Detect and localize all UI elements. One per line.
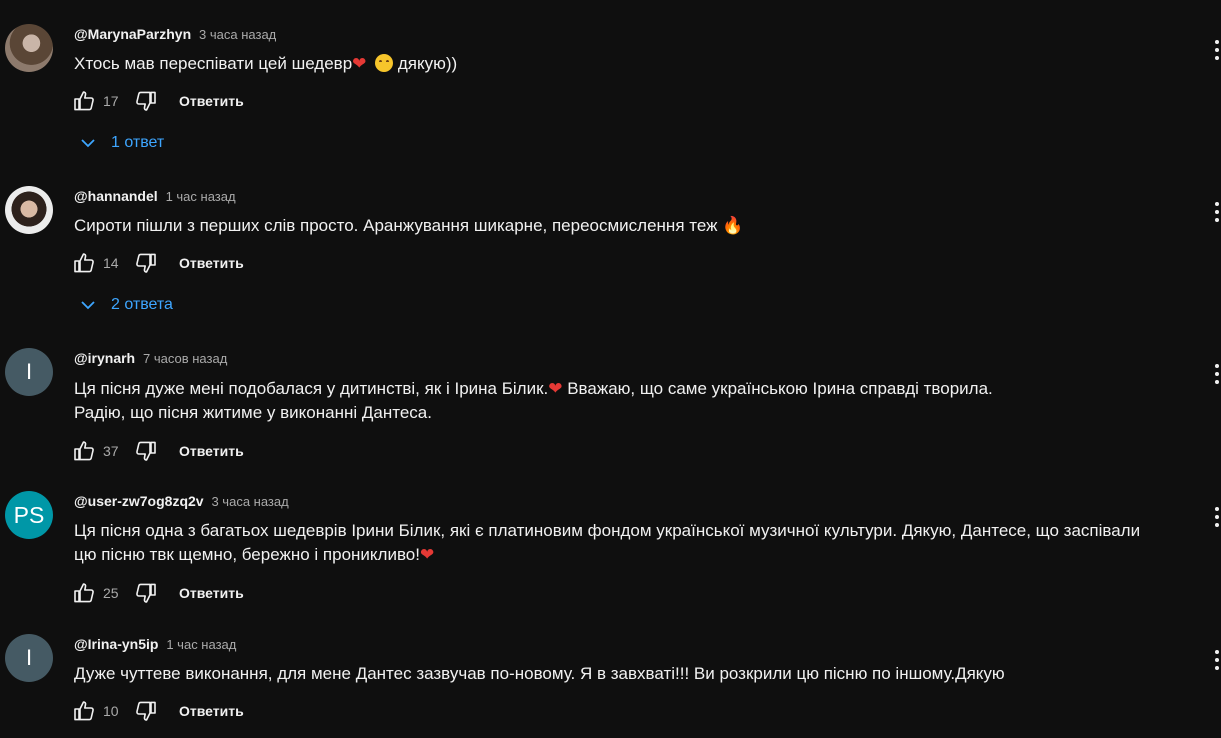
- view-replies-button[interactable]: 2 ответа: [77, 294, 173, 316]
- more-vert-icon[interactable]: [1214, 40, 1220, 60]
- thumb-down-icon[interactable]: [133, 698, 159, 724]
- comment-text: Ця пісня одна з багатьох шедеврів Ірини …: [74, 519, 1140, 567]
- comment-actions: 10 Ответить: [71, 698, 244, 724]
- chevron-down-icon: [77, 132, 99, 154]
- replies-label: 2 ответа: [111, 296, 173, 313]
- comment-line: Хтось мав переспівати цей шедевр❤ дякую)…: [74, 54, 458, 73]
- reply-button[interactable]: Ответить: [179, 93, 244, 109]
- like-count: 14: [103, 255, 119, 271]
- more-vert-icon[interactable]: [1214, 364, 1220, 384]
- avatar-letter: I: [25, 645, 33, 670]
- comment-line: Ця пісня дуже мені подобалася у дитинств…: [74, 379, 993, 398]
- thumb-up-icon[interactable]: [71, 698, 97, 724]
- thumb-down-icon[interactable]: [133, 250, 159, 276]
- reply-button[interactable]: Ответить: [179, 443, 244, 459]
- comment-header: @Irina-yn5ip 1 час назад: [74, 636, 236, 652]
- reply-button[interactable]: Ответить: [179, 585, 244, 601]
- comment-actions: 17 Ответить: [71, 88, 244, 114]
- author-name[interactable]: @MarynaParzhyn: [74, 26, 191, 42]
- thumb-down-icon[interactable]: [133, 88, 159, 114]
- avatar[interactable]: PS: [5, 491, 53, 539]
- avatar[interactable]: I: [5, 348, 53, 396]
- comment-time[interactable]: 1 час назад: [166, 189, 236, 204]
- comment-time[interactable]: 3 часа назад: [199, 27, 276, 42]
- more-vert-icon[interactable]: [1214, 650, 1220, 670]
- avatar[interactable]: [5, 186, 53, 234]
- reply-button[interactable]: Ответить: [179, 703, 244, 719]
- thumb-up-icon[interactable]: [71, 88, 97, 114]
- thumb-up-icon[interactable]: [71, 438, 97, 464]
- thumb-down-icon[interactable]: [133, 438, 159, 464]
- avatar-letter: PS: [13, 501, 45, 528]
- author-name[interactable]: @user-zw7og8zq2v: [74, 493, 204, 509]
- chevron-down-icon: [77, 294, 99, 316]
- author-name[interactable]: @Irina-yn5ip: [74, 636, 158, 652]
- like-count: 17: [103, 93, 119, 109]
- like-count: 10: [103, 703, 119, 719]
- avatar[interactable]: I: [5, 634, 53, 682]
- thumb-up-icon[interactable]: [71, 580, 97, 606]
- comment-text: Сироти пішли з перших слів просто. Аранж…: [74, 214, 743, 238]
- comment-time[interactable]: 3 часа назад: [211, 494, 288, 509]
- comment-line: Сироти пішли з перших слів просто. Аранж…: [74, 216, 744, 235]
- reply-button[interactable]: Ответить: [179, 255, 244, 271]
- more-vert-icon[interactable]: [1214, 507, 1220, 527]
- comment-time[interactable]: 1 час назад: [166, 637, 236, 652]
- replies-label: 1 ответ: [111, 134, 165, 151]
- comment-text: Дуже чуттеве виконання, для мене Дантес …: [74, 662, 1005, 686]
- comment-actions: 37 Ответить: [71, 438, 244, 464]
- comment-line: Дуже чуттеве виконання, для мене Дантес …: [74, 664, 1005, 683]
- comment-line: Радію, що пісня житиме у виконанні Данте…: [74, 403, 432, 422]
- thumb-down-icon[interactable]: [133, 580, 159, 606]
- like-count: 37: [103, 443, 119, 459]
- comment-actions: 14 Ответить: [71, 250, 244, 276]
- comment-text: Ця пісня дуже мені подобалася у дитинств…: [74, 377, 993, 425]
- like-count: 25: [103, 585, 119, 601]
- comment-line: Ця пісня одна з багатьох шедеврів Ірини …: [74, 521, 1141, 540]
- comment-header: @user-zw7og8zq2v 3 часа назад: [74, 493, 289, 509]
- comment-time[interactable]: 7 часов назад: [143, 351, 227, 366]
- comment-header: @irynarh 7 часов назад: [74, 350, 227, 366]
- view-replies-button[interactable]: 1 ответ: [77, 132, 164, 154]
- comment-text: Хтось мав переспівати цей шедевр❤ дякую)…: [74, 52, 457, 76]
- comment-actions: 25 Ответить: [71, 580, 244, 606]
- more-vert-icon[interactable]: [1214, 202, 1220, 222]
- author-name[interactable]: @hannandel: [74, 188, 158, 204]
- comment-header: @hannandel 1 час назад: [74, 188, 236, 204]
- thumb-up-icon[interactable]: [71, 250, 97, 276]
- avatar-letter: I: [25, 359, 33, 384]
- comment-line: цю пісню твк щемно, бережно і проникливо…: [74, 545, 435, 564]
- avatar[interactable]: [5, 24, 53, 72]
- author-name[interactable]: @irynarh: [74, 350, 135, 366]
- comment-header: @MarynaParzhyn 3 часа назад: [74, 26, 276, 42]
